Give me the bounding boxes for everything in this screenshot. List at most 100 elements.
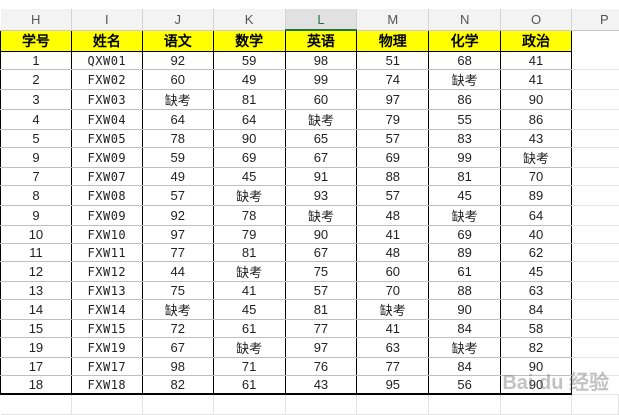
name-cell[interactable]: FXW09 <box>70 205 143 226</box>
table-cell[interactable]: 69 <box>428 225 502 244</box>
table-cell[interactable]: 60 <box>141 69 214 90</box>
table-cell[interactable]: 13 <box>0 281 72 300</box>
table-cell[interactable]: 49 <box>212 69 286 90</box>
column-header-k[interactable]: K <box>213 9 286 31</box>
table-cell[interactable]: 65 <box>284 129 358 148</box>
empty-cell[interactable] <box>571 129 619 148</box>
table-cell[interactable]: 59 <box>141 147 214 168</box>
table-cell[interactable]: 86 <box>500 109 572 130</box>
table-cell[interactable]: 88 <box>356 167 430 186</box>
table-cell[interactable]: 84 <box>428 319 502 338</box>
table-cell[interactable]: 97 <box>141 225 214 244</box>
table-cell[interactable]: 57 <box>141 185 214 206</box>
table-cell[interactable]: 67 <box>284 243 358 262</box>
table-cell[interactable]: 5 <box>0 129 72 148</box>
table-cell[interactable]: 78 <box>141 129 214 148</box>
table-cell[interactable]: 11 <box>0 243 72 262</box>
table-cell[interactable]: 69 <box>356 147 430 168</box>
table-cell[interactable]: 67 <box>284 147 358 168</box>
table-cell[interactable]: 61 <box>212 375 286 395</box>
table-cell[interactable]: 84 <box>500 299 572 320</box>
empty-cell[interactable] <box>571 225 619 244</box>
empty-cell[interactable] <box>571 69 619 90</box>
table-cell[interactable]: 43 <box>284 375 358 395</box>
table-cell[interactable]: 92 <box>141 51 214 70</box>
empty-cell[interactable] <box>571 109 619 130</box>
table-cell[interactable]: 60 <box>356 261 430 282</box>
table-cell[interactable]: 12 <box>0 261 72 282</box>
column-header-m[interactable]: M <box>356 9 430 31</box>
table-cell[interactable]: 41 <box>356 319 430 338</box>
table-cell[interactable]: 75 <box>284 261 358 282</box>
table-cell[interactable]: 44 <box>141 261 214 282</box>
table-cell[interactable]: 缺考 <box>212 261 286 282</box>
table-cell[interactable]: 90 <box>284 225 358 244</box>
empty-cell[interactable] <box>571 299 619 320</box>
empty-cell[interactable] <box>213 394 286 415</box>
table-cell[interactable]: 19 <box>0 337 72 358</box>
empty-cell[interactable] <box>571 205 619 226</box>
column-header-o[interactable]: O <box>500 9 572 31</box>
name-cell[interactable]: FXW08 <box>70 185 143 206</box>
header-cell[interactable]: 语文 <box>141 29 214 52</box>
empty-cell[interactable] <box>571 147 619 168</box>
table-cell[interactable]: 76 <box>284 357 358 376</box>
table-cell[interactable]: 71 <box>212 357 286 376</box>
name-cell[interactable]: FXW12 <box>70 261 143 282</box>
table-cell[interactable]: 58 <box>500 319 572 338</box>
empty-cell[interactable] <box>571 167 619 186</box>
name-cell[interactable]: FXW09 <box>70 147 143 168</box>
table-cell[interactable]: 4 <box>0 109 72 130</box>
table-cell[interactable]: 48 <box>356 243 430 262</box>
header-cell[interactable]: 学号 <box>0 29 72 52</box>
table-cell[interactable]: 98 <box>284 51 358 70</box>
empty-cell[interactable] <box>571 281 619 300</box>
table-cell[interactable]: 74 <box>356 69 430 90</box>
table-cell[interactable]: 64 <box>141 109 214 130</box>
table-cell[interactable]: 79 <box>212 225 286 244</box>
table-cell[interactable]: 60 <box>284 89 358 110</box>
table-cell[interactable]: 缺考 <box>356 299 430 320</box>
empty-cell[interactable] <box>142 394 214 415</box>
table-cell[interactable]: 45 <box>428 185 502 206</box>
table-cell[interactable]: 缺考 <box>212 337 286 358</box>
table-cell[interactable]: 缺考 <box>141 89 214 110</box>
table-cell[interactable]: 40 <box>500 225 572 244</box>
empty-cell[interactable] <box>428 394 502 415</box>
empty-cell[interactable] <box>0 394 72 415</box>
table-cell[interactable]: 49 <box>141 167 214 186</box>
table-cell[interactable]: 8 <box>0 185 72 206</box>
empty-cell[interactable] <box>571 243 619 262</box>
table-cell[interactable]: 90 <box>500 89 572 110</box>
table-cell[interactable]: 77 <box>141 243 214 262</box>
table-cell[interactable]: 缺考 <box>212 185 286 206</box>
table-cell[interactable]: 41 <box>500 51 572 70</box>
table-cell[interactable]: 45 <box>500 261 572 282</box>
header-cell[interactable]: 化学 <box>428 29 502 52</box>
column-header-l[interactable]: L <box>285 9 358 31</box>
table-cell[interactable]: 84 <box>428 357 502 376</box>
name-cell[interactable]: FXW10 <box>70 225 143 244</box>
table-cell[interactable]: 17 <box>0 357 72 376</box>
name-cell[interactable]: FXW15 <box>70 319 143 338</box>
table-cell[interactable]: 93 <box>284 185 358 206</box>
table-cell[interactable]: 68 <box>428 51 502 70</box>
table-cell[interactable]: 82 <box>141 375 214 395</box>
empty-cell[interactable] <box>571 337 619 358</box>
table-cell[interactable]: 98 <box>141 357 214 376</box>
name-cell[interactable]: FXW14 <box>70 299 143 320</box>
table-cell[interactable]: 59 <box>212 51 286 70</box>
table-cell[interactable]: 45 <box>212 167 286 186</box>
table-cell[interactable]: 77 <box>284 319 358 338</box>
empty-cell[interactable] <box>356 394 430 415</box>
table-cell[interactable]: 70 <box>356 281 430 300</box>
table-cell[interactable]: 90 <box>212 129 286 148</box>
empty-cell[interactable] <box>571 185 619 206</box>
table-cell[interactable]: 89 <box>428 243 502 262</box>
table-cell[interactable]: 88 <box>428 281 502 300</box>
table-cell[interactable]: 63 <box>500 281 572 300</box>
table-cell[interactable]: 缺考 <box>284 205 358 226</box>
name-cell[interactable]: FXW19 <box>70 337 143 358</box>
table-cell[interactable]: 14 <box>0 299 72 320</box>
table-cell[interactable]: 78 <box>212 205 286 226</box>
